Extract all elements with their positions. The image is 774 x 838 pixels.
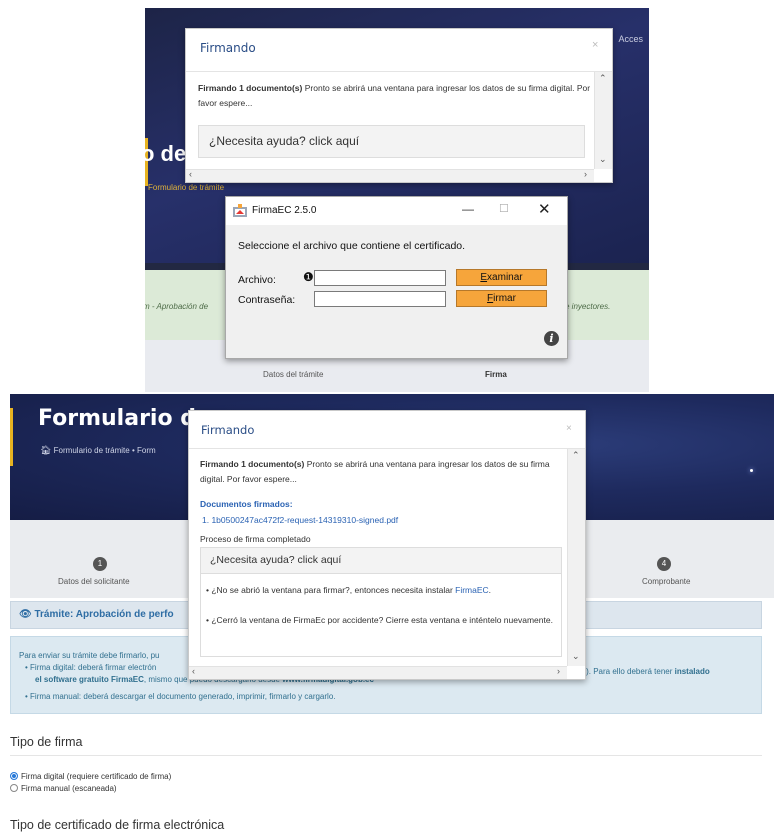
tramite-text-right: e inyectores.: [565, 302, 611, 311]
modal-message: Firmando 1 documento(s) Pronto se abrirá…: [198, 81, 593, 111]
archivo-input[interactable]: [314, 270, 446, 286]
radio-unchecked-icon[interactable]: [10, 784, 18, 792]
vertical-scrollbar[interactable]: ⌃ ⌄: [594, 72, 612, 169]
info-right-plain: or). Para ello deberá tener: [579, 667, 675, 676]
firmando-modal: Firmando × Firmando 1 documento(s) Pront…: [185, 28, 613, 183]
radio-manual-label[interactable]: Firma manual (escaneada): [21, 784, 117, 793]
firmaec-prompt: Seleccione el archivo que contiene el ce…: [238, 240, 466, 252]
scroll-left-icon[interactable]: ‹: [192, 666, 195, 676]
info-bold: el software gratuito FirmaEC: [35, 675, 144, 684]
vertical-scrollbar[interactable]: ⌃ ⌄: [567, 449, 585, 666]
divider: [186, 71, 612, 72]
examinar-button[interactable]: Examinar: [456, 269, 547, 286]
minimize-icon[interactable]: —: [462, 202, 474, 216]
horizontal-scrollbar[interactable]: ‹ ›: [186, 169, 594, 182]
horizontal-scrollbar[interactable]: ‹ ›: [189, 666, 567, 679]
breadcrumb-separator: •: [131, 446, 135, 455]
breadcrumb: 🏠︎ Formulario de trámite • Form: [40, 445, 156, 456]
help-item-1-text: ¿No se abrió la ventana para firmar?, en…: [211, 585, 456, 595]
help-link[interactable]: ¿Necesita ayuda? click aquí: [209, 134, 359, 148]
info-line-1: Para enviar su trámite debe firmarlo, pu: [19, 651, 160, 660]
home-icon[interactable]: 🏠︎: [40, 445, 51, 455]
help-panel[interactable]: ¿Necesita ayuda? click aquí: [198, 125, 585, 158]
star-dot: [750, 469, 753, 472]
radio-checked-icon[interactable]: [10, 772, 18, 780]
process-complete-text: Proceso de firma completado: [200, 534, 311, 544]
message-bold: Firmando 1 documento(s): [198, 83, 303, 93]
radio-firma-manual[interactable]: Firma manual (escaneada): [10, 784, 117, 793]
tipo-certificado-heading: Tipo de certificado de firma electrónica: [10, 818, 225, 832]
breadcrumb-home[interactable]: Formulario de trámite: [54, 446, 130, 455]
help-panel-header[interactable]: ¿Necesita ayuda? click aquí: [201, 548, 561, 574]
modal-message: Firmando 1 documento(s) Pronto se abrirá…: [200, 457, 560, 487]
signed-doc-link[interactable]: 1. 1b0500247ac472f2-request-14319310-sig…: [202, 515, 398, 525]
modal-title: Firmando: [201, 423, 255, 437]
breadcrumb[interactable]: Formulario de trámite: [148, 183, 224, 192]
help-item-1-end: .: [488, 585, 492, 595]
tramite-title: 👁︎ Trámite: Aprobación de perfo: [19, 609, 174, 620]
modal-close-button[interactable]: ×: [566, 423, 572, 434]
firmar-button[interactable]: Firmar: [456, 290, 547, 307]
tramite-text-left: m - Aprobación de: [145, 302, 209, 311]
scroll-up-icon[interactable]: ⌃: [572, 450, 580, 461]
scroll-left-icon[interactable]: ‹: [189, 169, 192, 179]
password-label: Contraseña:: [238, 294, 296, 306]
signed-docs-heading: Documentos firmados:: [200, 499, 293, 509]
modal-title: Firmando: [200, 41, 256, 55]
tramite-title-text: Trámite: Aprobación de perfo: [34, 609, 174, 620]
help-item-1: • ¿No se abrió la ventana para firmar?, …: [206, 585, 492, 595]
help-link[interactable]: ¿Necesita ayuda? click aquí: [210, 554, 341, 566]
archivo-label: Archivo:: [238, 274, 276, 286]
firmaec-logo-icon: [233, 204, 247, 217]
firmaec-titlebar[interactable]: FirmaEC 2.5.0 — ☐ ✕: [226, 197, 567, 225]
breadcrumb-next[interactable]: Form: [137, 446, 156, 455]
firmaec-link[interactable]: FirmaEC: [455, 585, 489, 595]
step-1-circle[interactable]: 1: [93, 557, 107, 571]
close-icon[interactable]: ✕: [538, 200, 551, 218]
page-title: Formulario de: [38, 406, 211, 431]
step-4-circle[interactable]: 4: [657, 557, 671, 571]
message-bold: Firmando 1 documento(s): [200, 459, 305, 469]
help-panel: ¿Necesita ayuda? click aquí • ¿No se abr…: [200, 547, 562, 657]
modal-close-button[interactable]: ×: [592, 39, 598, 51]
help-item-2-text: ¿Cerró la ventana de FirmaEc por acciden…: [211, 615, 553, 625]
firmaec-window: FirmaEC 2.5.0 — ☐ ✕ Seleccione el archiv…: [225, 196, 568, 359]
info-right-text: or). Para ello deberá tener instalado: [579, 667, 710, 676]
scroll-down-icon[interactable]: ⌄: [599, 154, 607, 165]
step-1-label[interactable]: Datos del solicitante: [58, 577, 130, 586]
step-firma[interactable]: Firma: [485, 370, 507, 379]
firmaec-title: FirmaEC 2.5.0: [252, 205, 317, 216]
scroll-right-icon[interactable]: ›: [557, 666, 560, 676]
info-line-4: • Firma manual: deberá descargar el docu…: [25, 692, 336, 701]
firmar-label: irmar: [493, 293, 516, 304]
help-item-2: • ¿Cerró la ventana de FirmaEc por accid…: [206, 615, 553, 625]
radio-digital-label[interactable]: Firma digital (requiere certificado de f…: [21, 772, 171, 781]
scroll-down-icon[interactable]: ⌄: [572, 651, 580, 662]
radio-firma-digital[interactable]: Firma digital (requiere certificado de f…: [10, 772, 171, 781]
scroll-up-icon[interactable]: ⌃: [599, 73, 607, 84]
divider: [10, 755, 762, 756]
step-4-label[interactable]: Comprobante: [642, 577, 690, 586]
step-datos-tramite[interactable]: Datos del trámite: [263, 370, 323, 379]
info-right-bold: instalado: [674, 667, 710, 676]
examinar-label: xaminar: [487, 272, 523, 283]
tipo-firma-heading: Tipo de firma: [10, 735, 83, 749]
password-input[interactable]: [314, 291, 446, 307]
page-title: o de: [145, 141, 187, 166]
header-access-link[interactable]: Acces: [618, 34, 643, 44]
divider: [189, 448, 585, 449]
info-icon[interactable]: ❶: [303, 270, 314, 284]
eye-icon: 👁︎: [19, 609, 32, 620]
info-line-2: • Firma digital: deberá firmar electrón: [25, 663, 157, 672]
firmando-modal-completed: Firmando × Firmando 1 documento(s) Pront…: [188, 410, 586, 680]
maximize-icon[interactable]: ☐: [499, 202, 509, 215]
scroll-right-icon[interactable]: ›: [584, 169, 587, 179]
about-info-icon[interactable]: i: [544, 331, 559, 346]
